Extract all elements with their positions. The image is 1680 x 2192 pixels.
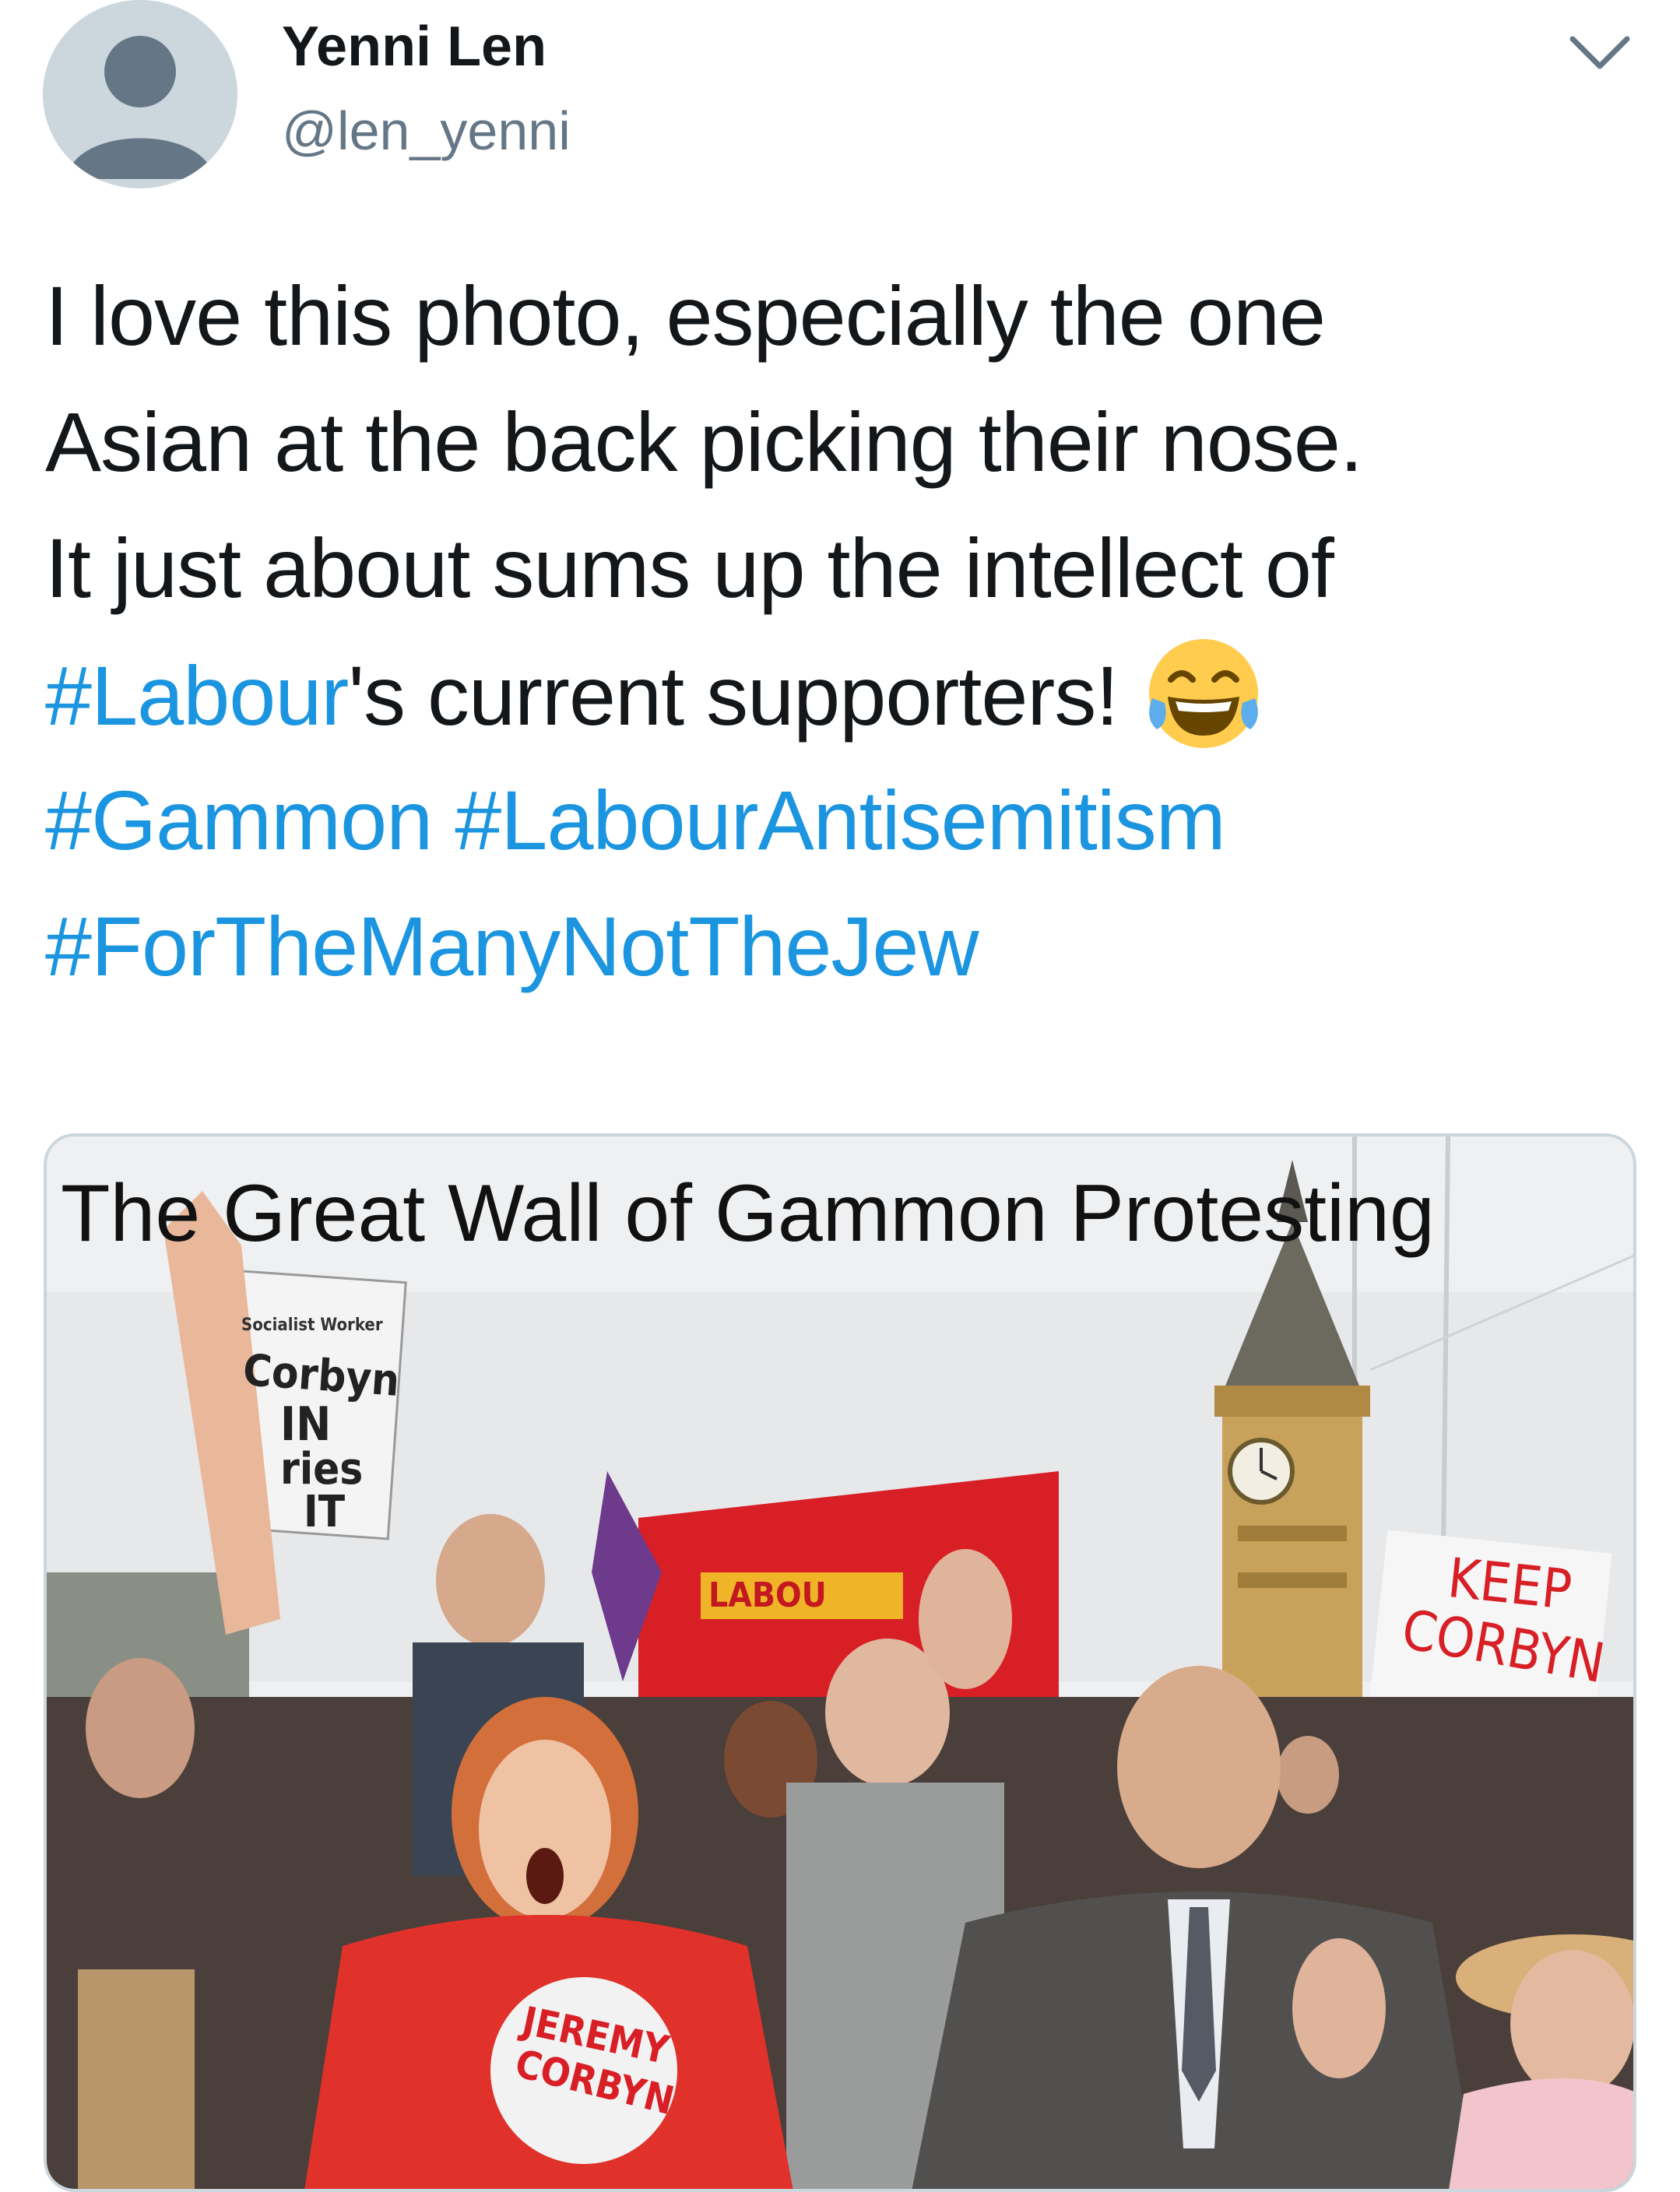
image-caption: The Great Wall of Gammon Protesting [61, 1168, 1435, 1259]
sign-text: ries [280, 1444, 364, 1495]
chevron-down-icon[interactable] [1565, 23, 1635, 78]
hashtag-labour-link[interactable]: #Labour [45, 648, 349, 743]
media-image[interactable]: The Great Wall of Gammon Protesting Soci… [44, 1133, 1636, 2192]
hashtag-gammon-link[interactable]: #Gammon [45, 773, 433, 867]
tweet-text-line: It just about sums up the intellect of [45, 521, 1334, 615]
tweet-text-line: #Gammon #LabourAntisemitism [45, 757, 1664, 883]
avatar[interactable] [43, 0, 237, 188]
tweet: Yenni Len @len_yenni I love this photo, … [0, 0, 1680, 2192]
default-profile-icon [43, 0, 237, 188]
hashtag-labour-antisemitism-link[interactable]: #LabourAntisemitism [455, 773, 1225, 867]
sign-text: Corbyn [241, 1345, 402, 1407]
sign-text: LABOU [708, 1576, 827, 1615]
sign-text: IT [304, 1487, 346, 1537]
protest-photo [47, 1136, 1633, 2189]
sign-text: Socialist Worker [241, 1316, 383, 1335]
tweet-text-line: Asian at the back picking their nose. [45, 395, 1363, 489]
user-handle[interactable]: @len_yenni [282, 92, 571, 170]
face-with-tears-of-joy-icon [1149, 639, 1259, 748]
tweet-text-line: #ForTheManyNotTheJew [45, 883, 1664, 1010]
tweet-text: I love this photo, especially the one As… [45, 253, 1664, 1010]
sign-text: IN [280, 1397, 332, 1452]
display-name[interactable]: Yenni Len [282, 8, 547, 86]
hashtag-forthemany-link[interactable]: #ForTheManyNotTheJew [45, 899, 979, 993]
tweet-text-fragment: 's current supporters! [348, 648, 1119, 743]
tweet-text-line: #Labour's current supporters! [45, 631, 1664, 757]
tweet-text-line: I love this photo, especially the one [45, 269, 1326, 363]
